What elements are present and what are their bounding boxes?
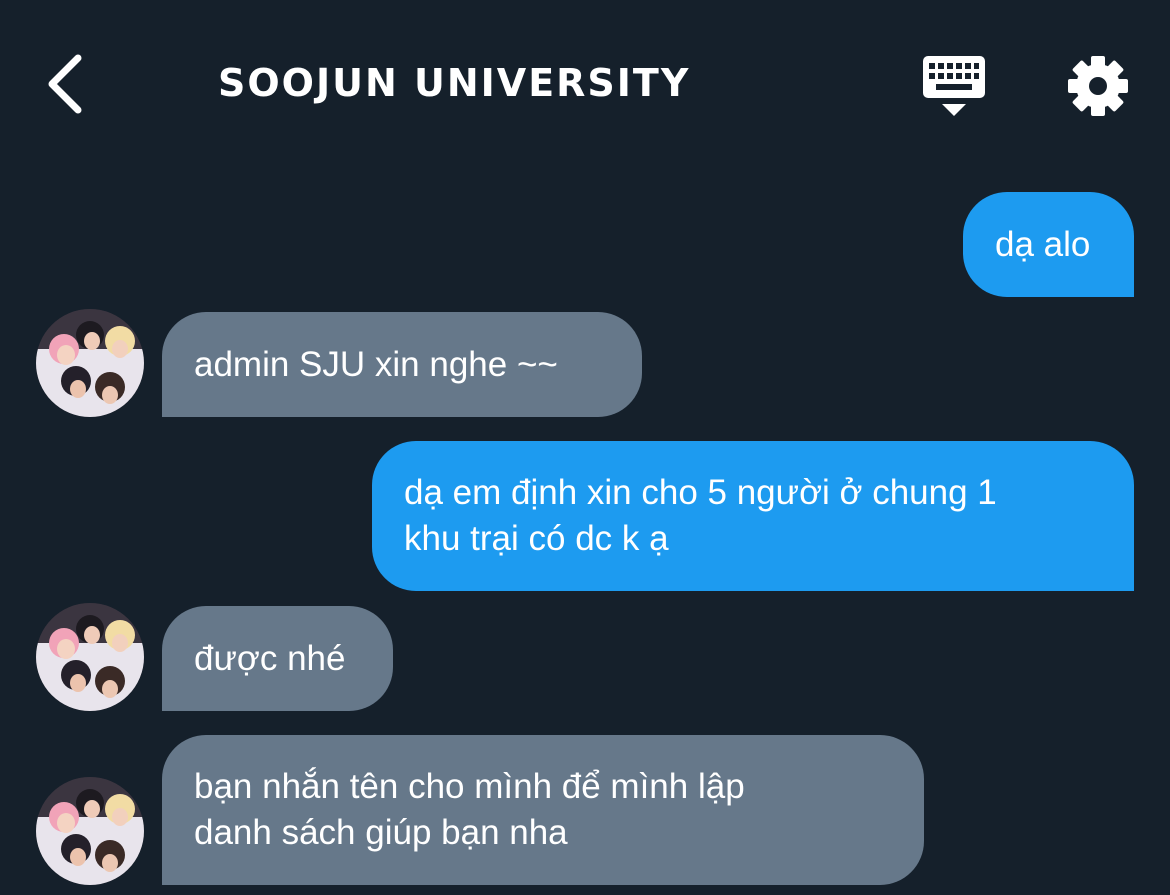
keyboard-icon <box>923 56 985 116</box>
avatar[interactable] <box>36 603 144 711</box>
group-photo-avatar <box>36 777 144 885</box>
group-photo-avatar <box>36 309 144 417</box>
message-text-line: bạn nhắn tên cho mình để mình lập <box>194 767 745 806</box>
avatar[interactable] <box>36 777 144 885</box>
back-button[interactable] <box>40 50 100 120</box>
message-text: được nhé <box>194 638 346 678</box>
incoming-message[interactable]: bạn nhắn tên cho mình để mình lập danh s… <box>162 735 924 885</box>
outgoing-message[interactable]: dạ em định xin cho 5 người ở chung 1 khu… <box>372 441 1134 591</box>
incoming-message[interactable]: được nhé <box>162 606 393 711</box>
chevron-left-icon <box>48 54 82 114</box>
message-text-line: khu trại có dc k ạ <box>404 519 669 558</box>
message-text-line: dạ em định xin cho 5 người ở chung 1 <box>404 473 997 512</box>
incoming-message[interactable]: admin SJU xin nghe ~~ <box>162 312 642 417</box>
group-photo-avatar <box>36 603 144 711</box>
message-text: dạ alo <box>995 224 1091 264</box>
message-text: admin SJU xin nghe ~~ <box>194 344 558 384</box>
settings-button[interactable] <box>1064 52 1132 120</box>
chat-header: SOOJUN UNIVERSITY <box>0 0 1170 170</box>
outgoing-message[interactable]: dạ alo <box>963 192 1134 297</box>
page-title: SOOJUN UNIVERSITY <box>218 61 691 105</box>
keyboard-button[interactable] <box>918 52 990 120</box>
avatar[interactable] <box>36 309 144 417</box>
gear-icon <box>1068 56 1128 116</box>
message-text-line: danh sách giúp bạn nha <box>194 813 568 852</box>
